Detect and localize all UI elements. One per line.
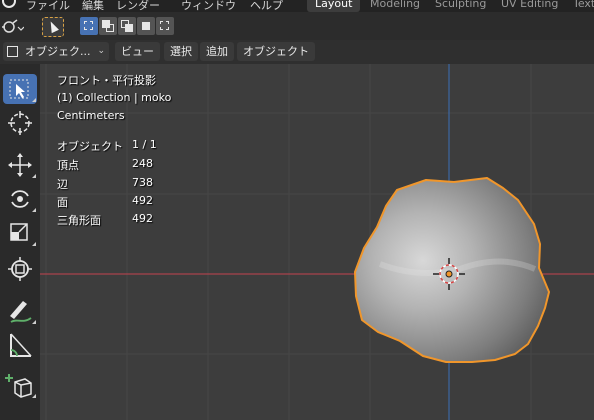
select-mode-invert[interactable] [137, 17, 155, 35]
tool-settings-header [0, 12, 594, 40]
collection-label: (1) Collection | moko [57, 91, 172, 104]
select-mode-extend[interactable] [99, 17, 117, 35]
tab-layout[interactable]: Layout [307, 0, 361, 12]
viewport-header: オブジェク... ⌄ ビュー 選択 追加 オブジェクト [0, 40, 594, 64]
tool-cursor[interactable] [3, 108, 37, 138]
blender-logo-icon[interactable] [2, 0, 16, 8]
stat-objects-label: オブジェクト [57, 140, 123, 153]
tool-annotate[interactable] [3, 296, 37, 326]
menu-file[interactable]: ファイル [26, 0, 70, 12]
select-arrow-icon [47, 19, 59, 34]
cursor-icon [8, 111, 32, 135]
stat-faces-label: 面 [57, 196, 68, 209]
tool-rotate[interactable] [3, 184, 37, 214]
tab-uv-editing[interactable]: UV Editing [493, 0, 566, 12]
menu-object[interactable]: オブジェクト [237, 42, 315, 61]
tool-transform[interactable] [3, 254, 37, 284]
stat-vertices-value: 248 [132, 157, 153, 170]
tool-move[interactable] [3, 150, 37, 180]
select-mode-intersect[interactable] [156, 17, 174, 35]
tab-texture[interactable]: Texture [565, 0, 594, 12]
view-name-label: フロント・平行投影 [57, 74, 156, 87]
units-label: Centimeters [57, 109, 125, 122]
stat-triangles-label: 三角形面 [57, 214, 101, 227]
top-menu-bar: ファイル 編集 レンダー ウィンドウ ヘルプ Layout Modeling S… [0, 0, 594, 12]
stat-vertices-label: 頂点 [57, 159, 79, 172]
active-tool-button[interactable] [42, 17, 64, 37]
stat-edges-value: 738 [132, 176, 153, 189]
intersect-selection-icon [160, 21, 169, 30]
menu-help[interactable]: ヘルプ [250, 0, 283, 12]
tool-select-box[interactable] [3, 74, 37, 104]
object-mode-label: オブジェク... [25, 45, 91, 58]
tab-modeling[interactable]: Modeling [362, 0, 428, 12]
transform-icon [8, 257, 32, 281]
object-origin-dot [445, 270, 453, 278]
select-mode-new[interactable] [80, 17, 98, 35]
stat-triangles-value: 492 [132, 212, 153, 225]
chevron-down-icon: ⌄ [97, 46, 105, 56]
tool-shelf [0, 64, 40, 420]
object-mode-icon [7, 46, 18, 57]
select-mode-subtract[interactable] [118, 17, 136, 35]
tool-measure[interactable] [3, 330, 37, 360]
stat-faces-value: 492 [132, 194, 153, 207]
menu-render[interactable]: レンダー [116, 0, 160, 12]
new-selection-icon [84, 21, 93, 30]
menu-view[interactable]: ビュー [115, 42, 160, 61]
object-mode-dropdown[interactable]: オブジェク... ⌄ [3, 42, 109, 61]
tool-add-cube[interactable] [3, 370, 37, 400]
tool-scale[interactable] [3, 218, 37, 248]
menu-add[interactable]: 追加 [200, 42, 234, 61]
editor-type-icon[interactable] [2, 18, 25, 34]
menu-select[interactable]: 選択 [164, 42, 198, 61]
measure-icon [10, 333, 32, 357]
stat-objects-value: 1 / 1 [132, 138, 157, 151]
invert-selection-icon [142, 22, 150, 30]
menu-window[interactable]: ウィンドウ [181, 0, 236, 12]
menu-edit[interactable]: 編集 [82, 0, 104, 12]
tab-sculpting[interactable]: Sculpting [427, 0, 494, 12]
stat-edges-label: 辺 [57, 178, 68, 191]
